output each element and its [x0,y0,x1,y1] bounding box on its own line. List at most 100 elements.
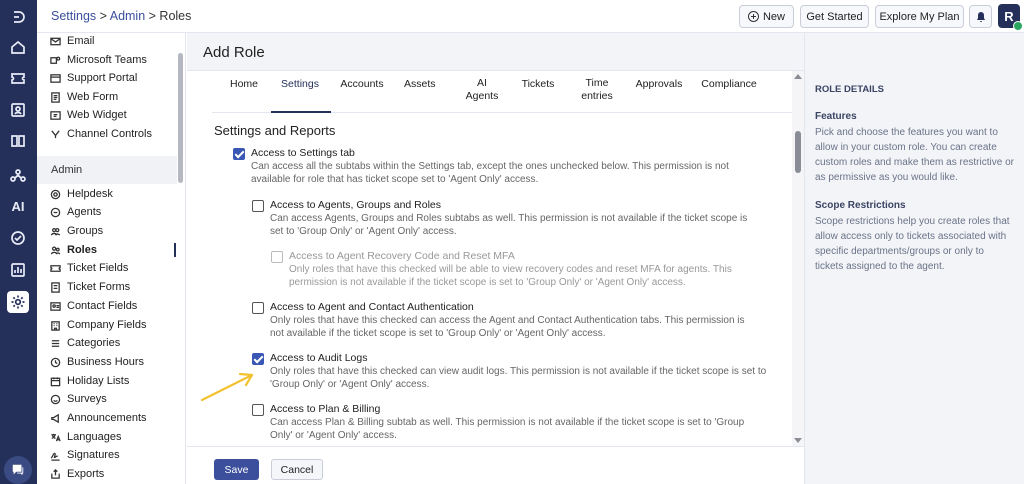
tickets-icon[interactable] [8,68,28,88]
roles-icon [49,244,61,256]
perm-audit-logs-checkbox[interactable] [252,353,264,365]
nav-item-web-form[interactable]: Web Form [49,89,118,105]
nav-item-web-widget[interactable]: Web Widget [49,107,127,123]
nav-item-agents[interactable]: Agents [49,204,101,220]
nav-item-languages[interactable]: Languages [49,429,121,445]
get-started-button[interactable]: Get Started [800,5,869,28]
home-icon[interactable] [8,37,28,57]
annotation-arrow-icon [200,372,254,402]
tab-ai-agents[interactable]: AI Agents [461,77,503,103]
nav-item-microsoft-teams[interactable]: Microsoft Teams [49,52,147,68]
assets-icon[interactable] [8,165,28,185]
nav-item-categories[interactable]: Categories [49,335,120,351]
perm-agents-groups-roles-checkbox[interactable] [252,200,264,212]
nav-item-label: Categories [67,337,121,349]
approvals-icon[interactable] [8,228,28,248]
perm-recovery-code-mfa-checkbox[interactable] [271,251,283,263]
perm-agent-contact-auth-checkbox[interactable] [252,302,264,314]
nav-item-groups[interactable]: Groups [49,223,103,239]
tab-settings[interactable]: Settings [279,78,321,91]
scroll-down-arrow-icon[interactable] [794,438,802,443]
nav-item-label: Contact Fields [67,300,138,312]
nav-item-company-fields[interactable]: Company Fields [49,317,146,333]
save-button[interactable]: Save [214,459,259,480]
tab-tickets[interactable]: Tickets [518,78,558,91]
online-status-icon [1013,21,1023,31]
nav-item-business-hours[interactable]: Business Hours [49,354,144,370]
permissions-content: Settings and Reports Access to Settings … [187,113,792,441]
nav-item-holiday-lists[interactable]: Holiday Lists [49,373,129,389]
scope-text: Scope restrictions help you create roles… [815,216,1010,272]
details-header-fill [804,33,1024,71]
new-button[interactable]: New [739,5,794,28]
admin-gear-icon[interactable] [7,291,29,313]
page-title: Add Role [203,44,265,61]
content-scrollbar[interactable] [792,71,804,446]
avatar-letter: R [1004,8,1014,24]
portal-icon [49,72,61,84]
user-avatar[interactable]: R [998,4,1023,31]
nav-item-label: Support Portal [67,72,138,84]
breadcrumb-settings[interactable]: Settings [51,9,96,23]
scroll-up-arrow-icon[interactable] [794,74,802,79]
nav-item-email[interactable]: Email [49,33,95,49]
nav-selected-indicator [174,243,176,257]
explore-plan-button[interactable]: Explore My Plan [875,5,964,28]
perm-settings-tab-checkbox[interactable] [233,148,245,160]
categories-icon [49,337,61,349]
nav-scrollbar[interactable] [178,53,183,183]
nav-item-helpdesk[interactable]: Helpdesk [49,186,113,202]
freshservice-logo-icon[interactable] [8,7,28,27]
nav-item-signatures[interactable]: Signatures [49,447,120,463]
nav-item-label: Company Fields [67,319,147,331]
nav-item-ticket-forms[interactable]: Ticket Forms [49,279,130,295]
nav-item-exports[interactable]: Exports [49,466,104,482]
details-title: ROLE DETAILS [815,84,884,95]
nav-item-label: Signatures [67,449,120,461]
nav-item-label: Agents [67,206,102,218]
tab-accounts[interactable]: Accounts [340,78,384,91]
scroll-thumb[interactable] [795,131,801,173]
contacts-icon[interactable] [8,100,28,120]
tab-time-entries[interactable]: Time entries [578,77,616,103]
filter-icon [49,128,61,140]
nav-item-surveys[interactable]: Surveys [49,391,107,407]
nav-item-ticket-fields[interactable]: Ticket Fields [49,260,128,276]
nav-item-label: Announcements [67,412,147,424]
envelope-icon [49,35,61,47]
smiley-icon [49,393,61,405]
breadcrumb-separator: > [96,9,110,23]
ai-icon[interactable]: AI [8,196,28,216]
tab-home[interactable]: Home [230,78,258,91]
nav-item-channel-controls[interactable]: Channel Controls [49,126,152,142]
nav-item-label: Ticket Fields [67,262,129,274]
breadcrumb-admin[interactable]: Admin [110,9,145,23]
nav-item-label: Email [67,35,95,47]
groups-icon [49,225,61,237]
nav-item-label: Exports [67,468,105,480]
nav-item-support-portal[interactable]: Support Portal [49,70,137,86]
language-icon [49,431,61,443]
tab-assets[interactable]: Assets [404,78,436,91]
nav-item-announcements[interactable]: Announcements [49,410,147,426]
form-footer: Save Cancel [187,446,804,484]
tab-approvals[interactable]: Approvals [635,78,683,91]
nav-item-roles[interactable]: Roles [49,242,97,258]
reports-icon[interactable] [8,260,28,280]
nav-item-contact-fields[interactable]: Contact Fields [49,298,137,314]
perm-description: Only roles that have this checked can ac… [270,315,745,339]
breadcrumb-separator: > [145,9,160,23]
perm-description: Only roles that have this checked will b… [289,264,732,288]
tab-compliance[interactable]: Compliance [701,78,757,91]
perm-description: Can access Agents, Groups and Roles subt… [270,213,748,237]
cancel-button[interactable]: Cancel [271,459,323,480]
main-panel: Add Role Home Settings Accounts Assets A… [187,33,804,484]
role-details-panel: ROLE DETAILS Features Pick and choose th… [804,71,1024,484]
chat-icon[interactable] [4,456,32,484]
notifications-bell-icon[interactable] [969,5,992,28]
nav-item-label: Web Form [67,91,119,103]
role-tabs: Home Settings Accounts Assets AI Agents … [212,71,792,113]
solutions-icon[interactable] [8,131,28,151]
new-button-label: New [762,10,785,23]
perm-description: Can access all the subtabs within the Se… [251,161,729,185]
